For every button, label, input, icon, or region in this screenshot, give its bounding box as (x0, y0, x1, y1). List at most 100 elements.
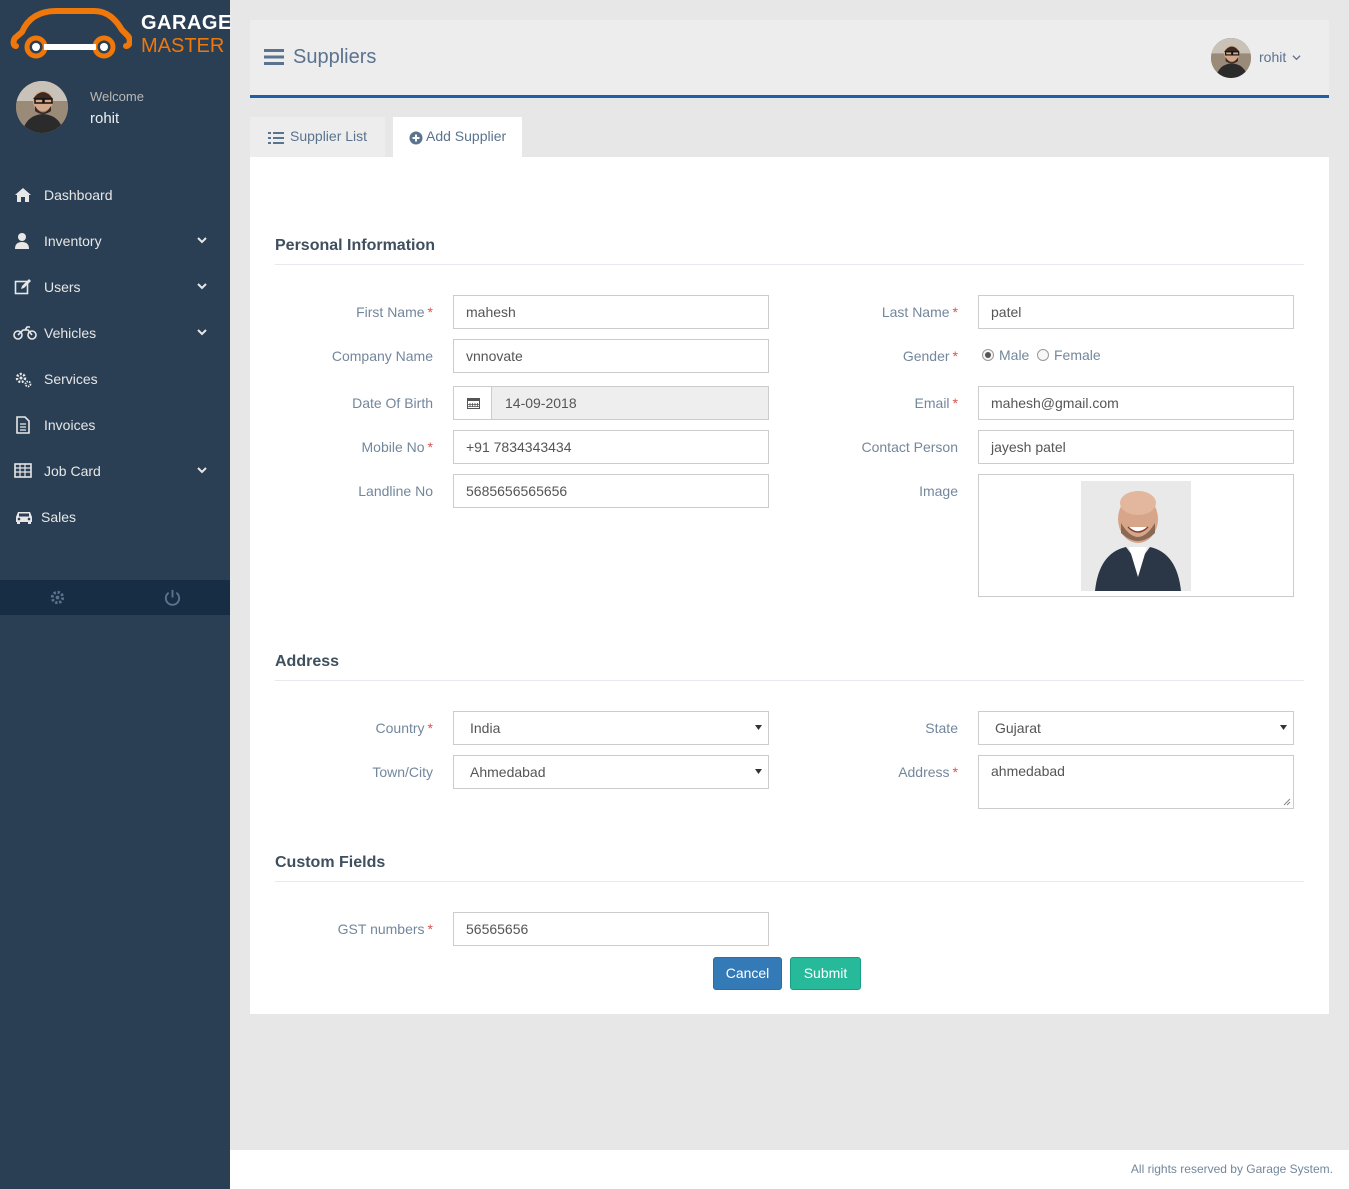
plus-circle-icon (409, 131, 423, 145)
page-footer: All rights reserved by Garage System. (230, 1150, 1349, 1189)
tab-label: Add Supplier (426, 128, 507, 144)
power-icon[interactable] (163, 588, 182, 607)
state-selected-value: Gujarat (995, 720, 1041, 736)
sidebar-item-label: Users (44, 279, 81, 295)
company-name-label: Company Name (331, 348, 433, 364)
submit-button[interactable]: Submit (790, 957, 861, 990)
chevron-down-icon (197, 329, 207, 336)
gender-label: Gender * (902, 348, 958, 364)
country-selected-value: India (470, 720, 501, 736)
section-title-custom: Custom Fields (275, 854, 386, 871)
gears-icon (15, 372, 32, 388)
avatar (1211, 38, 1251, 78)
user-profile-dropdown[interactable]: rohit (1211, 38, 1315, 78)
section-divider (275, 680, 1304, 681)
sidebar-item-inventory[interactable]: Inventory (0, 218, 230, 264)
app-logo[interactable]: GARAGE MASTER (10, 8, 231, 63)
sidebar-item-label: Dashboard (44, 187, 113, 203)
address-value: ahmedabad (991, 763, 1065, 779)
contact-person-field[interactable]: jayesh patel (978, 430, 1294, 464)
edit-icon (14, 279, 31, 295)
calendar-addon[interactable] (454, 387, 492, 419)
logo-line-1: GARAGE (141, 12, 232, 34)
sidebar-item-label: Vehicles (44, 325, 97, 341)
first-name-field[interactable]: mahesh (453, 295, 769, 329)
section-divider (275, 881, 1304, 882)
cancel-button[interactable]: Cancel (713, 957, 782, 990)
section-title-address: Address (275, 653, 340, 670)
email-field[interactable]: mahesh@gmail.com (978, 386, 1294, 420)
chevron-down-icon (197, 467, 207, 474)
address-textarea[interactable]: ahmedabad (978, 755, 1294, 809)
last-name-label: Last Name * (881, 304, 958, 320)
radio-circle (982, 349, 994, 361)
town-label: Town/City (372, 764, 433, 780)
sidebar-item-vehicles[interactable]: Vehicles (0, 310, 230, 356)
sidebar-item-dashboard[interactable]: Dashboard (0, 172, 230, 218)
contact-person-label: Contact Person (861, 439, 959, 455)
supplier-photo (1081, 481, 1191, 591)
dob-label: Date Of Birth (352, 395, 433, 411)
gst-label: GST numbers * (337, 921, 433, 937)
dropdown-arrow-icon (755, 769, 762, 774)
top-navbar: Suppliers rohit (250, 20, 1329, 98)
chevron-down-icon (197, 237, 207, 244)
resize-grip-icon[interactable] (1283, 798, 1291, 806)
sidebar-item-services[interactable]: Services (0, 356, 230, 402)
town-select[interactable]: Ahmedabad (453, 755, 769, 789)
image-label: Image (919, 483, 958, 499)
radio-label: Female (1054, 347, 1101, 363)
page-title: Suppliers (293, 46, 377, 68)
sidebar-item-job-card[interactable]: Job Card (0, 448, 230, 494)
motorcycle-icon (13, 326, 37, 340)
settings-icon[interactable] (48, 588, 67, 607)
chevron-down-icon (1292, 55, 1301, 61)
state-label: State (925, 720, 958, 736)
chevron-down-icon (197, 283, 207, 290)
calendar-icon (467, 398, 480, 409)
taxi-icon (16, 512, 32, 524)
image-upload-field[interactable] (978, 474, 1294, 597)
company-name-field[interactable]: vnnovate (453, 339, 769, 373)
sidebar-item-label: Services (44, 371, 98, 387)
last-name-field[interactable]: patel (978, 295, 1294, 329)
state-select[interactable]: Gujarat (978, 711, 1294, 745)
car-wrench-logo-icon (10, 8, 132, 59)
landline-field[interactable]: 5685656565656 (453, 474, 769, 508)
address-label: Address * (898, 764, 958, 780)
tab-label: Supplier List (290, 128, 368, 144)
sidebar-item-label: Inventory (44, 233, 102, 249)
sidebar-item-users[interactable]: Users (0, 264, 230, 310)
dob-field[interactable]: 14-09-2018 (453, 386, 769, 420)
header-username: rohit (1259, 49, 1287, 65)
email-label: Email * (914, 395, 958, 411)
sidebar: GARAGE MASTER Welcome rohit Dashboard In… (0, 0, 231, 1189)
tab-supplier-list[interactable]: Supplier List (250, 117, 385, 157)
first-name-label: First Name * (356, 304, 433, 320)
gender-radio-male[interactable]: Male (982, 347, 1029, 363)
menu-toggle-icon[interactable] (264, 48, 284, 66)
gender-radio-female[interactable]: Female (1037, 347, 1101, 363)
home-icon (15, 188, 31, 202)
section-divider (275, 264, 1304, 265)
radio-label: Male (999, 347, 1030, 363)
sidebar-item-label: Job Card (44, 463, 101, 479)
mobile-field[interactable]: +91 7834343434 (453, 430, 769, 464)
sidebar-menu: Dashboard Inventory Users Vehicles Servi… (0, 172, 230, 540)
tab-add-supplier[interactable]: Add Supplier (393, 117, 526, 158)
town-selected-value: Ahmedabad (470, 764, 546, 780)
sidebar-profile: Welcome rohit (16, 81, 216, 133)
sidebar-item-label: Invoices (44, 417, 96, 433)
welcome-text: Welcome (90, 89, 144, 104)
gst-field[interactable]: 56565656 (453, 912, 769, 946)
mobile-label: Mobile No * (361, 439, 433, 455)
logo-line-2: MASTER (141, 35, 225, 57)
sidebar-item-sales[interactable]: Sales (0, 494, 230, 540)
avatar (16, 81, 68, 133)
logo-wordmark: GARAGE MASTER (141, 12, 232, 58)
sidebar-item-invoices[interactable]: Invoices (0, 402, 230, 448)
table-icon (14, 463, 32, 478)
landline-label: Landline No (358, 483, 433, 499)
country-select[interactable]: India (453, 711, 769, 745)
dropdown-arrow-icon (1280, 725, 1287, 730)
